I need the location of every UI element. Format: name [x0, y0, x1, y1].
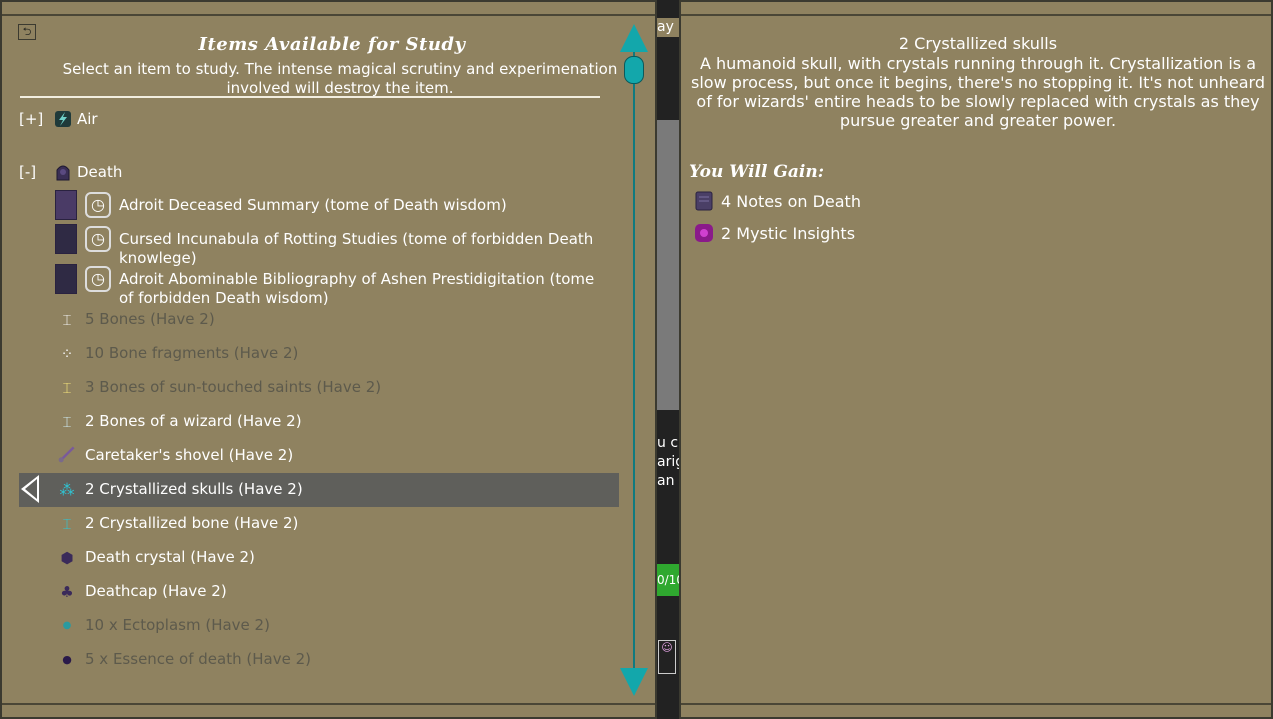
item-list: [+] Air [-] Death ◷ Adroit Deceased Summ… — [2, 102, 622, 686]
title-divider — [20, 96, 600, 98]
death-icon — [56, 165, 70, 181]
death-crystal-icon: ⬢ — [60, 549, 74, 567]
hud-progress: 0/10 — [657, 564, 679, 596]
item-label: 5 Bones (Have 2) — [85, 310, 215, 328]
bone-fragments-icon: ⁘ — [60, 345, 74, 363]
scrollbar-thumb[interactable] — [624, 56, 644, 84]
gain-label: 4 Notes on Death — [721, 192, 861, 211]
deathcap-icon: ♣ — [60, 583, 74, 601]
clock-icon: ◷ — [85, 192, 111, 218]
expand-toggle[interactable]: [+] — [19, 110, 43, 129]
insight-icon — [695, 224, 713, 242]
scroll-up-icon[interactable] — [620, 24, 648, 52]
notes-icon — [695, 191, 713, 211]
scroll-down-icon[interactable] — [620, 668, 648, 696]
item-label: 10 Bone fragments (Have 2) — [85, 344, 299, 362]
category-label: Air — [77, 110, 98, 128]
tome-row[interactable]: ◷ Adroit Deceased Summary (tome of Death… — [19, 190, 619, 224]
scrollbar-track[interactable] — [633, 40, 635, 688]
panel-bottom-edge — [681, 703, 1271, 717]
crystal-bone-icon: ⌶ — [62, 515, 72, 533]
air-icon — [55, 111, 71, 127]
gain-heading: You Will Gain: — [689, 162, 824, 182]
essence-icon: ● — [62, 653, 72, 666]
study-panel: ⮌ Items Available for Study Select an it… — [0, 0, 657, 719]
gain-label: 2 Mystic Insights — [721, 224, 856, 243]
tome-icon — [55, 190, 77, 220]
hud-text: an — [657, 473, 675, 489]
character-portrait-icon: ☺ — [658, 640, 676, 674]
collapse-toggle[interactable]: [-] — [19, 163, 36, 182]
bone-icon: ⌶ — [62, 311, 72, 329]
item-detail-panel: 2 Crystallized skulls A humanoid skull, … — [679, 0, 1273, 719]
detail-description: A humanoid skull, with crystals running … — [691, 54, 1265, 130]
item-label: 2 Crystallized skulls (Have 2) — [85, 480, 303, 498]
selection-arrow-icon — [21, 475, 39, 503]
crystal-skull-icon: ⁂ — [59, 481, 75, 499]
category-label: Death — [77, 163, 123, 181]
background-hud-strip: ay u c arig an 0/10 ☺ — [657, 0, 679, 719]
clock-icon: ◷ — [85, 266, 111, 292]
item-label: 2 Crystallized bone (Have 2) — [85, 514, 299, 532]
item-label: 10 x Ectoplasm (Have 2) — [85, 616, 270, 634]
hud-text: arig — [657, 454, 679, 470]
item-label: Caretaker's shovel (Have 2) — [85, 446, 294, 464]
clock-icon: ◷ — [85, 226, 111, 252]
hud-text: u c — [657, 435, 679, 451]
panel-subtitle: Select an item to study. The intense mag… — [62, 60, 618, 97]
hud-panel — [657, 120, 679, 410]
hud-text: ay — [657, 18, 679, 37]
item-label: 3 Bones of sun-touched saints (Have 2) — [85, 378, 382, 396]
item-label: Deathcap (Have 2) — [85, 582, 227, 600]
ectoplasm-icon: ● — [62, 620, 72, 631]
forbidden-tome-icon — [55, 264, 77, 294]
list-item-selected[interactable]: ⁂ 2 Crystallized skulls (Have 2) — [19, 473, 619, 507]
panel-top-edge — [2, 2, 655, 16]
panel-title: Items Available for Study — [198, 34, 466, 55]
tome-label: Adroit Abominable Bibliography of Ashen … — [119, 270, 595, 307]
tome-row[interactable]: ◷ Cursed Incunabula of Rotting Studies (… — [19, 224, 619, 267]
tome-label: Adroit Deceased Summary (tome of Death w… — [119, 196, 507, 214]
item-label: Death crystal (Have 2) — [85, 548, 255, 566]
forbidden-tome-icon — [55, 224, 77, 254]
item-label: 5 x Essence of death (Have 2) — [85, 650, 311, 668]
panel-top-edge — [681, 2, 1271, 16]
tome-label: Cursed Incunabula of Rotting Studies (to… — [119, 230, 594, 267]
tome-row[interactable]: ◷ Adroit Abominable Bibliography of Ashe… — [19, 264, 619, 307]
detail-title: 2 Crystallized skulls — [898, 34, 1058, 53]
shovel-icon — [58, 446, 75, 463]
panel-bottom-edge — [2, 703, 655, 717]
item-label: 2 Bones of a wizard (Have 2) — [85, 412, 302, 430]
wizard-bone-icon: ⌶ — [62, 413, 72, 431]
saint-bone-icon: ⌶ — [62, 379, 72, 397]
